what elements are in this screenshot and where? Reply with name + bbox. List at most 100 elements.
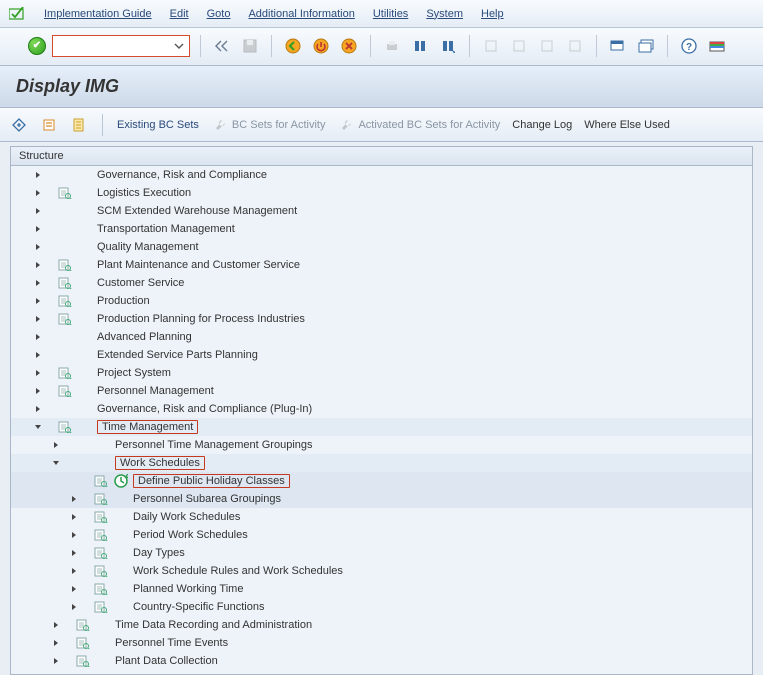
- tree-node-label[interactable]: Plant Data Collection: [113, 655, 218, 667]
- tree-row[interactable]: Advanced Planning: [11, 328, 752, 346]
- tree-node-label[interactable]: Quality Management: [95, 241, 199, 253]
- expand-toggle-icon[interactable]: [65, 528, 83, 542]
- tree-node-label[interactable]: Personnel Management: [95, 385, 214, 397]
- existing-bc-sets-link[interactable]: Existing BC Sets: [117, 119, 199, 131]
- img-activity-doc-icon[interactable]: [91, 564, 111, 578]
- img-activity-doc-icon[interactable]: [73, 636, 93, 650]
- expand-toggle-icon[interactable]: [29, 384, 47, 398]
- tree-row[interactable]: SCM Extended Warehouse Management: [11, 202, 752, 220]
- expand-toggle-icon[interactable]: [47, 618, 65, 632]
- img-activity-doc-icon[interactable]: [73, 618, 93, 632]
- tree-row[interactable]: Country-Specific Functions: [11, 598, 752, 616]
- img-activity-doc-icon[interactable]: [55, 294, 75, 308]
- expand-toggle-icon[interactable]: [29, 294, 47, 308]
- tree-row[interactable]: Personnel Management: [11, 382, 752, 400]
- img-activity-doc-icon[interactable]: [55, 366, 75, 380]
- tree-node-label[interactable]: Plant Maintenance and Customer Service: [95, 259, 300, 271]
- shortcut-icon[interactable]: [635, 35, 657, 57]
- expand-toggle-icon[interactable]: [65, 564, 83, 578]
- img-activity-doc-icon[interactable]: [55, 186, 75, 200]
- menu-item[interactable]: Help: [481, 8, 504, 20]
- expand-icon[interactable]: [10, 116, 28, 134]
- img-activity-doc-icon[interactable]: [91, 600, 111, 614]
- cancel-icon[interactable]: [338, 35, 360, 57]
- tree-row[interactable]: Define Public Holiday Classes: [11, 472, 752, 490]
- notes-icon[interactable]: [70, 116, 88, 134]
- img-activity-doc-icon[interactable]: [55, 258, 75, 272]
- img-tree[interactable]: Governance, Risk and ComplianceLogistics…: [10, 165, 753, 675]
- menu-item[interactable]: System: [426, 8, 463, 20]
- collapse-icon[interactable]: [40, 116, 58, 134]
- expand-toggle-icon[interactable]: [29, 348, 47, 362]
- tree-node-label[interactable]: Period Work Schedules: [131, 529, 248, 541]
- tree-node-label[interactable]: Define Public Holiday Classes: [131, 475, 290, 487]
- tree-row[interactable]: Work Schedules: [11, 454, 752, 472]
- enter-icon[interactable]: ✔: [28, 37, 46, 55]
- tree-node-label[interactable]: Logistics Execution: [95, 187, 191, 199]
- session-icon[interactable]: [607, 35, 629, 57]
- tree-node-label[interactable]: Work Schedule Rules and Work Schedules: [131, 565, 343, 577]
- change-log-link[interactable]: Change Log: [512, 119, 572, 131]
- img-activity-doc-icon[interactable]: [73, 654, 93, 668]
- back-icon[interactable]: [282, 35, 304, 57]
- tree-node-label[interactable]: Production: [95, 295, 150, 307]
- expand-toggle-icon[interactable]: [29, 204, 47, 218]
- expand-toggle-icon[interactable]: [47, 438, 65, 452]
- tree-row[interactable]: Daily Work Schedules: [11, 508, 752, 526]
- menu-item[interactable]: Implementation Guide: [44, 8, 152, 20]
- tree-node-label[interactable]: Customer Service: [95, 277, 184, 289]
- tree-node-label[interactable]: Day Types: [131, 547, 185, 559]
- left-arrows-icon[interactable]: [211, 35, 233, 57]
- where-else-used-link[interactable]: Where Else Used: [584, 119, 670, 131]
- tree-row[interactable]: Period Work Schedules: [11, 526, 752, 544]
- expand-toggle-icon[interactable]: [29, 402, 47, 416]
- tree-row[interactable]: Project System: [11, 364, 752, 382]
- expand-toggle-icon[interactable]: [29, 312, 47, 326]
- expand-toggle-icon[interactable]: [29, 366, 47, 380]
- expand-toggle-icon[interactable]: [29, 276, 47, 290]
- chevron-down-icon[interactable]: [171, 38, 187, 54]
- expand-toggle-icon[interactable]: [65, 600, 83, 614]
- tree-node-label[interactable]: SCM Extended Warehouse Management: [95, 205, 297, 217]
- tree-row[interactable]: Personnel Time Events: [11, 634, 752, 652]
- expand-toggle-icon[interactable]: [29, 330, 47, 344]
- tree-row[interactable]: Quality Management: [11, 238, 752, 256]
- expand-toggle-icon[interactable]: [65, 582, 83, 596]
- find-next-icon[interactable]: [437, 35, 459, 57]
- tree-node-label[interactable]: Transportation Management: [95, 223, 235, 235]
- tree-node-label[interactable]: Advanced Planning: [95, 331, 192, 343]
- tree-node-label[interactable]: Personnel Time Management Groupings: [113, 439, 313, 451]
- tree-node-label[interactable]: Project System: [95, 367, 171, 379]
- tree-row[interactable]: Extended Service Parts Planning: [11, 346, 752, 364]
- command-field[interactable]: [52, 35, 190, 57]
- tree-row[interactable]: Transportation Management: [11, 220, 752, 238]
- img-activity-doc-icon[interactable]: [55, 384, 75, 398]
- img-activity-doc-icon[interactable]: [55, 420, 75, 434]
- collapse-toggle-icon[interactable]: [47, 456, 65, 470]
- tree-row[interactable]: Governance, Risk and Compliance (Plug-In…: [11, 400, 752, 418]
- tree-node-label[interactable]: Personnel Subarea Groupings: [131, 493, 281, 505]
- tree-row[interactable]: Personnel Time Management Groupings: [11, 436, 752, 454]
- tree-node-label[interactable]: Planned Working Time: [131, 583, 243, 595]
- expand-toggle-icon[interactable]: [65, 546, 83, 560]
- tree-row[interactable]: Production: [11, 292, 752, 310]
- tree-node-label[interactable]: Personnel Time Events: [113, 637, 228, 649]
- tree-node-label[interactable]: Daily Work Schedules: [131, 511, 240, 523]
- tree-node-label[interactable]: Extended Service Parts Planning: [95, 349, 258, 361]
- expand-toggle-icon[interactable]: [29, 258, 47, 272]
- tree-node-label[interactable]: Time Data Recording and Administration: [113, 619, 312, 631]
- tree-row[interactable]: Planned Working Time: [11, 580, 752, 598]
- img-activity-doc-icon[interactable]: [55, 276, 75, 290]
- tree-node-label[interactable]: Time Management: [95, 421, 198, 433]
- menu-item[interactable]: Utilities: [373, 8, 408, 20]
- tree-row[interactable]: Time Management: [11, 418, 752, 436]
- img-activity-doc-icon[interactable]: [91, 510, 111, 524]
- img-activity-doc-icon[interactable]: [91, 492, 111, 506]
- expand-toggle-icon[interactable]: [65, 510, 83, 524]
- expand-toggle-icon[interactable]: [65, 492, 83, 506]
- expand-toggle-icon[interactable]: [29, 240, 47, 254]
- menu-item[interactable]: Edit: [170, 8, 189, 20]
- tree-row[interactable]: Time Data Recording and Administration: [11, 616, 752, 634]
- expand-toggle-icon[interactable]: [47, 636, 65, 650]
- expand-toggle-icon[interactable]: [29, 168, 47, 182]
